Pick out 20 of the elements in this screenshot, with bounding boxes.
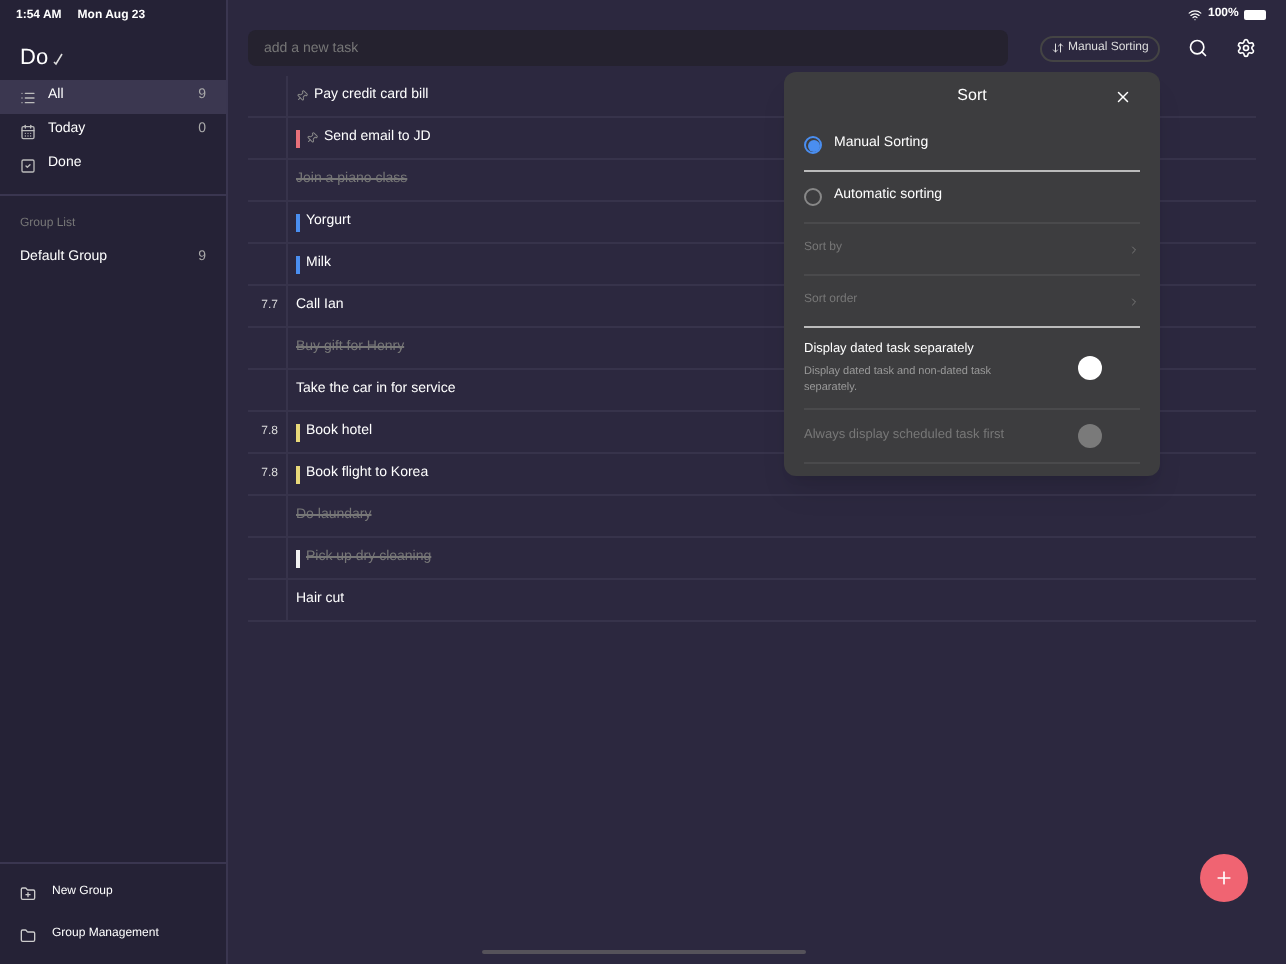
dialog-title: Sort — [957, 84, 987, 108]
battery-icon — [1244, 10, 1267, 20]
sort-arrows-icon — [1052, 42, 1064, 54]
checkmark-icon — [52, 52, 65, 66]
settings-icon[interactable] — [1236, 38, 1257, 58]
app-title: Do — [20, 44, 49, 75]
wifi-icon — [1188, 8, 1202, 22]
close-icon[interactable] — [1114, 87, 1132, 105]
add-task-button[interactable] — [1200, 854, 1249, 902]
search-icon[interactable] — [1188, 38, 1209, 58]
plus-icon — [1214, 868, 1235, 888]
sidebar-item-icon — [20, 157, 36, 173]
folder-icon — [20, 927, 36, 943]
folder-icon — [20, 885, 36, 901]
radio-button[interactable] — [804, 188, 822, 206]
sidebar-item-icon — [20, 123, 36, 139]
chevron-icon — [1128, 243, 1140, 255]
sidebar-item-icon — [20, 89, 36, 105]
chevron-icon — [1128, 295, 1140, 307]
radio-button[interactable] — [804, 136, 822, 154]
